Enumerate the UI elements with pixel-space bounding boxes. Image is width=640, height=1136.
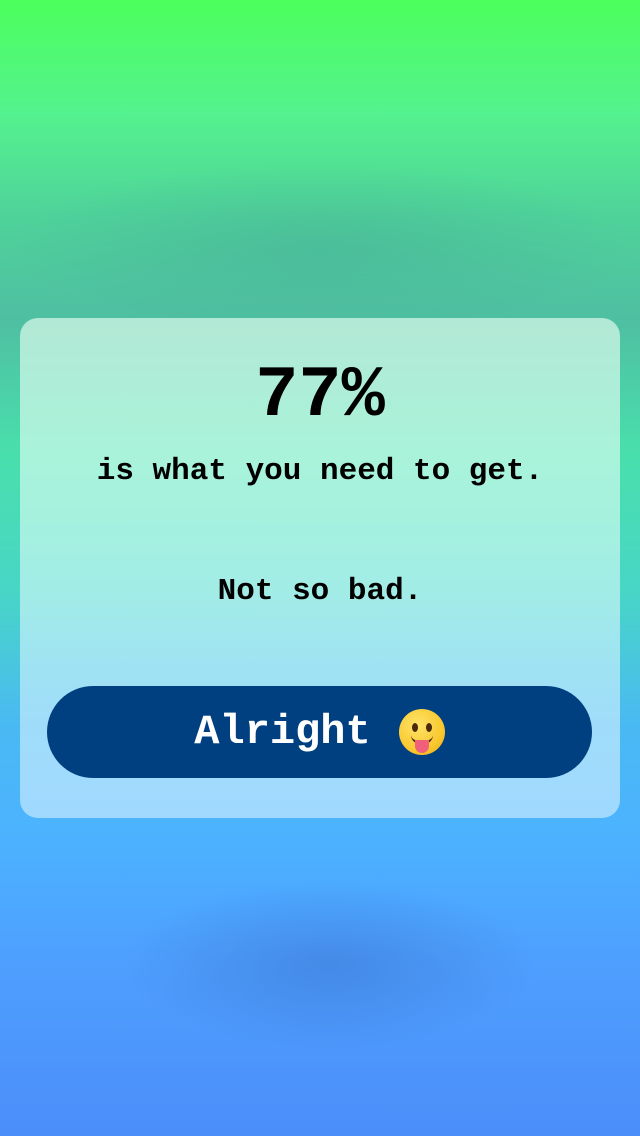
required-percent: 77%: [255, 355, 385, 437]
alright-button-label: Alright: [194, 708, 371, 756]
verdict-text: Not so bad.: [217, 574, 423, 609]
background-blur-blob: [120, 880, 540, 1050]
face-with-tongue-icon: [398, 709, 445, 755]
alright-button[interactable]: Alright: [47, 686, 592, 778]
background-blur-band: [0, 160, 640, 320]
result-message: is what you need to get.: [96, 454, 544, 489]
